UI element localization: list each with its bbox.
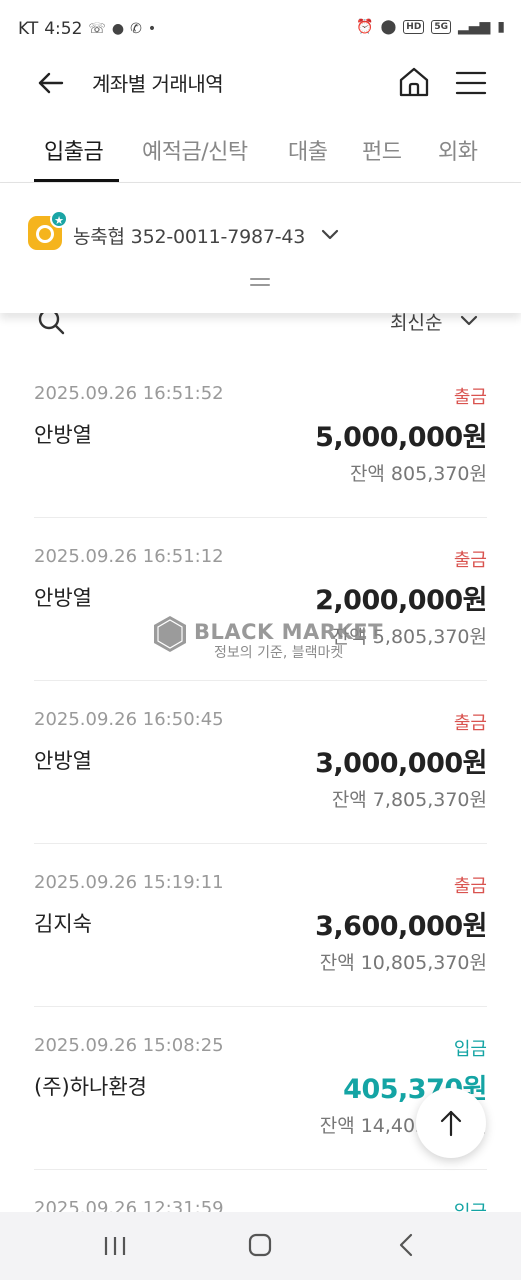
transaction-type: 출금	[453, 876, 487, 897]
tab-fund[interactable]: 펀드	[362, 134, 402, 166]
transaction-datetime: 2025.09.26 15:08:25	[34, 1035, 224, 1056]
bank-logo-icon: ★	[28, 210, 68, 250]
chevron-down-icon[interactable]	[319, 223, 341, 245]
arrow-up-icon	[440, 1110, 462, 1137]
transaction-counterparty: 김지숙	[34, 912, 92, 936]
location-icon: ⬤	[380, 19, 397, 35]
tab-savings-trust[interactable]: 예적금/신탁	[142, 134, 248, 166]
transaction-datetime: 2025.09.26 16:51:52	[34, 383, 224, 404]
notification-dot: •	[147, 21, 157, 37]
message-icon: ●	[111, 21, 125, 37]
arrow-left-icon	[38, 72, 64, 94]
transaction-amount: 2,000,000원	[315, 585, 487, 616]
system-home-icon[interactable]	[247, 1232, 273, 1258]
transaction-balance: 잔액 10,805,370원	[319, 952, 487, 974]
watermark-title: BLACK MARKET	[194, 620, 383, 644]
home-icon	[399, 67, 429, 97]
transaction-list: 2025.09.26 16:51:52 출금 안방열 5,000,000원 잔액…	[34, 355, 487, 1280]
transaction-amount: 3,000,000원	[315, 748, 487, 779]
carrier-label: KT	[18, 19, 39, 39]
category-tabs: 입출금 예적금/신탁 대출 펀드 외화	[0, 120, 521, 183]
page-title: 계좌별 거래내역	[92, 72, 224, 96]
transaction-balance: 잔액 805,370원	[349, 463, 487, 485]
transaction-item[interactable]: 2025.09.26 15:08:25 입금 (주)하나환경 405,370원 …	[34, 1007, 487, 1170]
back-button[interactable]	[34, 66, 68, 100]
watermark-subtitle: 정보의 기준, 블랙마켓	[214, 645, 344, 661]
recent-apps-icon[interactable]	[102, 1234, 128, 1258]
transaction-counterparty: (주)하나환경	[34, 1075, 147, 1099]
transaction-datetime: 2025.09.26 16:50:45	[34, 709, 224, 730]
transaction-item[interactable]: 2025.09.26 16:51:52 출금 안방열 5,000,000원 잔액…	[34, 355, 487, 518]
alarm-icon: ⏰	[356, 19, 374, 35]
status-right: ⏰ ⬤ HD 5G ▂▄▆ ▮	[356, 19, 505, 35]
home-button[interactable]	[396, 64, 432, 100]
transaction-datetime: 2025.09.26 15:19:11	[34, 872, 224, 893]
volte-icon: ✆	[130, 21, 142, 37]
transaction-counterparty: 안방열	[34, 423, 92, 447]
menu-button[interactable]	[454, 66, 488, 100]
transaction-datetime: 2025.09.26 16:51:12	[34, 546, 224, 567]
transaction-amount: 3,600,000원	[315, 911, 487, 942]
account-selector[interactable]: 농축협 352-0011-7987-43	[73, 222, 305, 249]
tab-foreign-currency[interactable]: 외화	[438, 134, 478, 166]
transaction-type: 출금	[453, 387, 487, 408]
active-tab-indicator	[34, 179, 119, 182]
status-left: KT 4:52 ☏ ● ✆ •	[18, 19, 156, 39]
app-header: 계좌별 거래내역	[0, 62, 521, 120]
tab-loan[interactable]: 대출	[288, 134, 328, 166]
signal-icon: ▂▄▆	[457, 19, 491, 35]
transaction-item[interactable]: 2025.09.26 15:19:11 출금 김지숙 3,600,000원 잔액…	[34, 844, 487, 1007]
drag-handle[interactable]	[250, 278, 270, 288]
transaction-counterparty: 안방열	[34, 749, 92, 773]
transaction-item[interactable]: 2025.09.26 16:50:45 출금 안방열 3,000,000원 잔액…	[34, 681, 487, 844]
system-nav-bar	[0, 1212, 521, 1280]
account-selector-panel: ★ 농축협 352-0011-7987-43	[0, 183, 521, 313]
5g-badge: 5G	[431, 20, 451, 34]
star-badge-icon: ★	[50, 210, 68, 228]
transaction-amount: 5,000,000원	[315, 422, 487, 453]
status-bar: KT 4:52 ☏ ● ✆ • ⏰ ⬤ HD 5G ▂▄▆ ▮	[0, 0, 521, 62]
hd-badge: HD	[403, 20, 425, 34]
transaction-type: 출금	[453, 713, 487, 734]
scroll-top-button[interactable]	[416, 1088, 486, 1158]
transaction-type: 출금	[453, 550, 487, 571]
system-back-icon[interactable]	[395, 1232, 419, 1258]
battery-icon: ▮	[497, 19, 505, 35]
hamburger-icon	[455, 71, 487, 95]
transaction-type: 입금	[453, 1039, 487, 1060]
transaction-balance: 잔액 7,805,370원	[331, 789, 487, 811]
transaction-counterparty: 안방열	[34, 586, 92, 610]
watermark-logo-icon	[154, 616, 186, 652]
wifi-call-icon: ☏	[88, 21, 106, 37]
tab-deposit-withdraw[interactable]: 입출금	[44, 134, 104, 166]
clock: 4:52	[44, 19, 83, 39]
